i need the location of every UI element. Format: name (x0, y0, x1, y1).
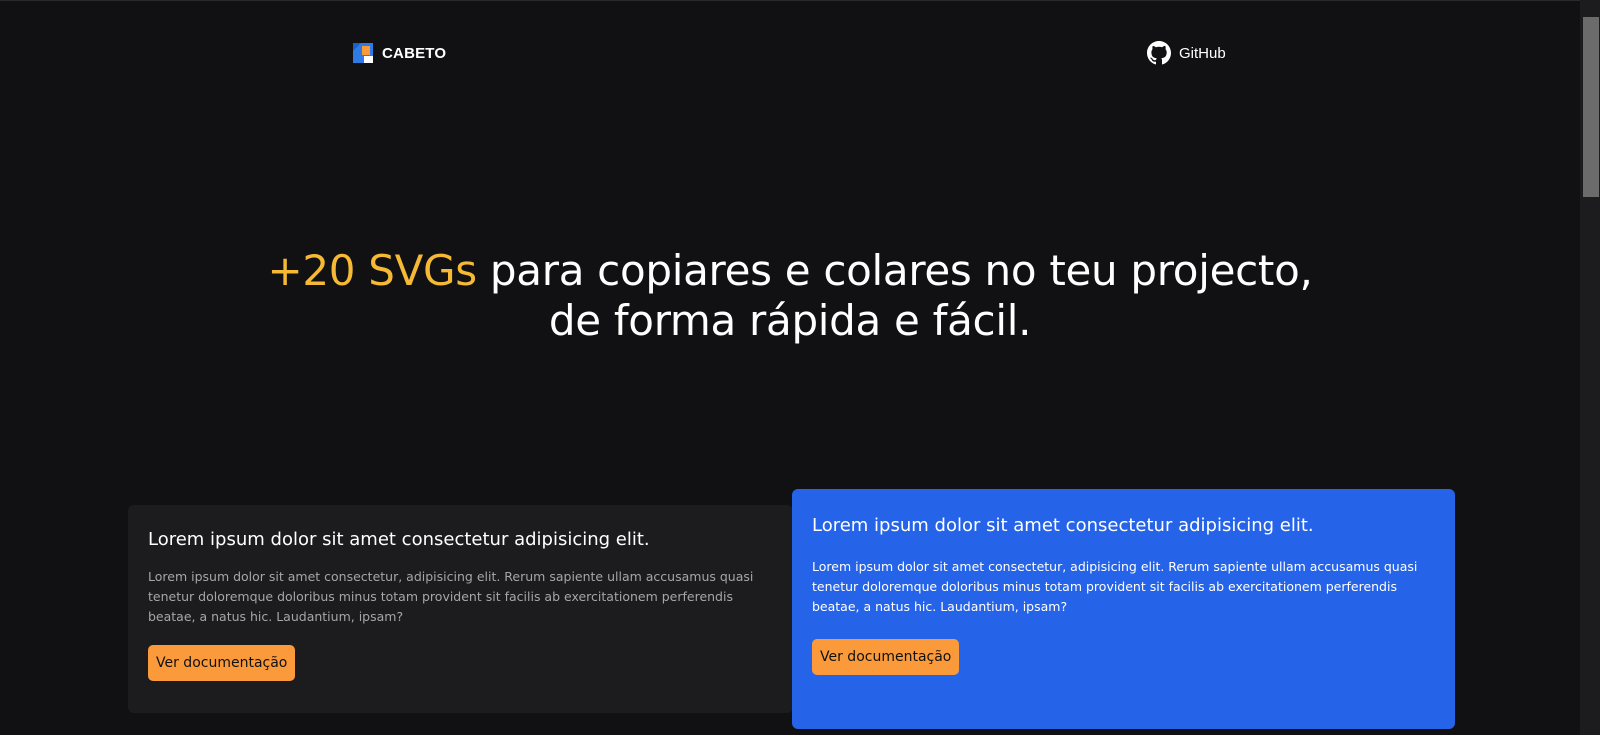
hero-heading: +20 SVGs para copiares e colares no teu … (0, 246, 1580, 346)
hero-line2-text: de forma rápida e fácil. (548, 296, 1032, 345)
cabeto-logo-icon (353, 43, 373, 63)
card-text: Lorem ipsum dolor sit amet consectetur, … (148, 569, 754, 624)
hero-line1-text: para copiares e colares no teu projecto, (476, 246, 1313, 295)
brand-name: CABETO (382, 44, 447, 62)
github-link[interactable]: GitHub (1147, 41, 1226, 65)
brand[interactable]: CABETO (353, 43, 446, 63)
github-label: GitHub (1179, 44, 1226, 62)
hero-highlight: +20 SVGs (267, 246, 477, 295)
github-icon (1147, 41, 1171, 65)
card-title: Lorem ipsum dolor sit amet consectetur a… (148, 529, 650, 550)
feature-card-dark: Lorem ipsum dolor sit amet consectetur a… (128, 505, 793, 713)
card-title: Lorem ipsum dolor sit amet consectetur a… (812, 515, 1314, 536)
page: CABETO GitHub +20 SVGs para copiares e c… (0, 0, 1600, 735)
vertical-scrollbar[interactable] (1580, 0, 1600, 735)
top-divider (0, 0, 1600, 1)
view-docs-button[interactable]: Ver documentação (148, 645, 296, 681)
view-docs-button[interactable]: Ver documentação (812, 639, 960, 675)
feature-card-blue: Lorem ipsum dolor sit amet consectetur a… (792, 489, 1455, 729)
card-text: Lorem ipsum dolor sit amet consectetur, … (812, 559, 1418, 614)
scrollbar-thumb[interactable] (1583, 17, 1599, 197)
